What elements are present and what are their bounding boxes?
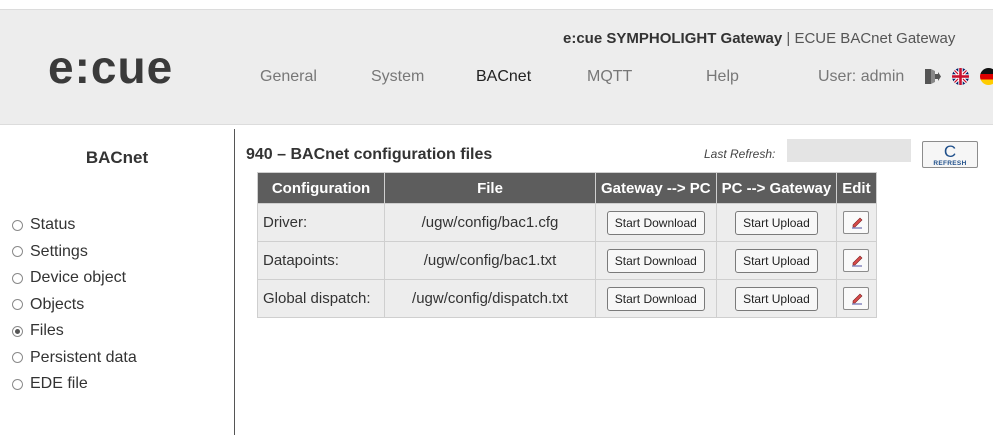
last-refresh-value <box>787 139 911 162</box>
table-row: Driver: /ugw/config/bac1.cfg Start Downl… <box>257 203 877 242</box>
sidebar-item-label: Persistent data <box>30 348 137 366</box>
radio-icon[interactable] <box>12 219 23 231</box>
column-header: File <box>384 172 596 204</box>
ecue-logo: e:cue <box>48 41 174 93</box>
config-files-table: Configuration File Gateway --> PC PC -->… <box>257 172 877 318</box>
refresh-button[interactable]: C REFRESH <box>922 141 978 168</box>
radio-icon[interactable] <box>12 378 23 390</box>
file-path: /ugw/config/bac1.txt <box>384 241 596 280</box>
sidebar-item-objects[interactable]: Objects <box>12 292 137 319</box>
sidebar-item-persistent-data[interactable]: Persistent data <box>12 345 137 372</box>
refresh-label: REFRESH <box>933 160 967 167</box>
sidebar-item-label: Settings <box>30 242 88 260</box>
config-name: Driver: <box>257 203 385 242</box>
last-refresh-label: Last Refresh: <box>704 147 776 161</box>
product-title: e:cue SYMPHOLIGHT Gateway | ECUE BACnet … <box>563 30 955 47</box>
edit-button[interactable] <box>843 249 870 272</box>
edit-button[interactable] <box>843 287 870 310</box>
start-upload-button[interactable]: Start Upload <box>735 248 818 273</box>
product-subtitle: | ECUE BACnet Gateway <box>782 30 956 47</box>
sidebar-item-settings[interactable]: Settings <box>12 239 137 266</box>
edit-pencil-icon <box>852 217 863 229</box>
radio-icon[interactable] <box>12 246 23 258</box>
user-info: User: admin <box>818 68 904 86</box>
config-name: Global dispatch: <box>257 279 385 318</box>
logout-icon[interactable] <box>924 68 941 85</box>
sidebar-item-label: Objects <box>30 295 85 313</box>
sidebar-title: BACnet <box>85 148 149 167</box>
sidebar-item-ede-file[interactable]: EDE file <box>12 371 137 398</box>
column-header: Configuration <box>257 172 385 204</box>
flag-de-icon[interactable] <box>980 68 993 85</box>
column-header: Gateway --> PC <box>595 172 717 204</box>
sidebar-item-label: Status <box>30 216 76 234</box>
nav-bacnet[interactable]: BACnet <box>476 68 531 86</box>
edit-pencil-icon <box>852 255 863 267</box>
start-download-button[interactable]: Start Download <box>606 286 705 311</box>
start-download-button[interactable]: Start Download <box>606 248 705 273</box>
table-row: Datapoints: /ugw/config/bac1.txt Start D… <box>257 241 877 280</box>
sidebar-menu: Status Settings Device object Objects Fi… <box>12 212 137 398</box>
sidebar-item-label: Files <box>30 322 64 340</box>
start-upload-button[interactable]: Start Upload <box>735 286 818 311</box>
radio-checked-icon[interactable] <box>12 325 23 337</box>
radio-icon[interactable] <box>12 352 23 364</box>
nav-mqtt[interactable]: MQTT <box>587 68 632 86</box>
config-name: Datapoints: <box>257 241 385 280</box>
radio-icon[interactable] <box>12 272 23 284</box>
header-bar: e:cue e:cue SYMPHOLIGHT Gateway | ECUE B… <box>0 9 993 125</box>
sidebar-item-label: EDE file <box>30 375 88 393</box>
table-header-row: Configuration File Gateway --> PC PC -->… <box>257 172 877 204</box>
sidebar: BACnet Status Settings Device object Obj… <box>0 124 234 435</box>
nav-help[interactable]: Help <box>706 68 739 86</box>
file-path: /ugw/config/dispatch.txt <box>384 279 596 318</box>
table-row: Global dispatch: /ugw/config/dispatch.tx… <box>257 279 877 318</box>
user-name: admin <box>860 68 905 85</box>
sidebar-item-files[interactable]: Files <box>12 318 137 345</box>
start-upload-button[interactable]: Start Upload <box>735 210 818 235</box>
refresh-icon: C <box>943 142 957 161</box>
user-label: User: <box>818 68 857 85</box>
start-download-button[interactable]: Start Download <box>606 210 705 235</box>
edit-pencil-icon <box>852 293 863 305</box>
column-header: PC --> Gateway <box>715 172 838 204</box>
sidebar-divider <box>234 129 235 435</box>
radio-icon[interactable] <box>12 299 23 311</box>
page-title: 940 – BACnet configuration files <box>246 146 493 163</box>
flag-uk-icon[interactable] <box>952 68 969 85</box>
edit-button[interactable] <box>843 211 870 234</box>
nav-general[interactable]: General <box>260 68 317 86</box>
sidebar-item-device-object[interactable]: Device object <box>12 265 137 292</box>
file-path: /ugw/config/bac1.cfg <box>384 203 596 242</box>
nav-system[interactable]: System <box>371 68 424 86</box>
column-header: Edit <box>836 172 877 204</box>
product-name: e:cue SYMPHOLIGHT Gateway <box>563 30 783 47</box>
sidebar-item-status[interactable]: Status <box>12 212 137 239</box>
sidebar-item-label: Device object <box>30 269 127 287</box>
